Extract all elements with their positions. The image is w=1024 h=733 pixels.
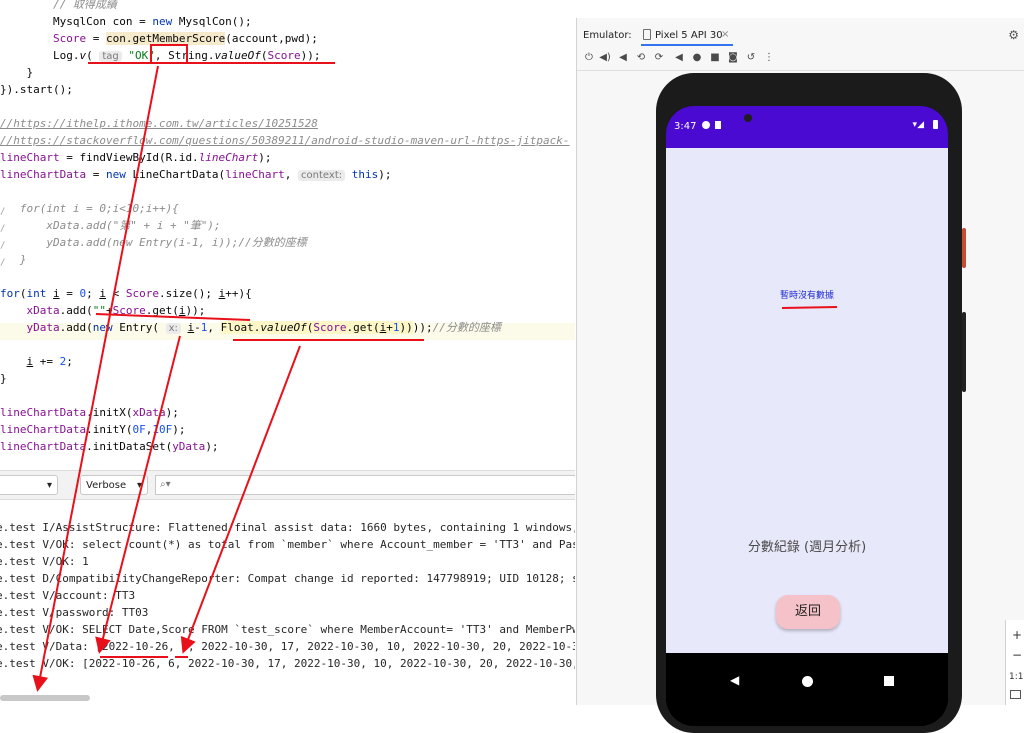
status-time: 3:47	[674, 121, 697, 132]
code-link-comment[interactable]: //https://stackoverflow.com/questions/50…	[0, 134, 570, 147]
screenshot-icon[interactable]: ◙	[727, 51, 739, 65]
logcat-toolbar: ▾ Verbose ▾ ⌕▾	[0, 470, 575, 500]
log-line: e.test V/account: TT3	[0, 589, 136, 602]
log-line: e.test V/password: TT03	[0, 606, 149, 619]
close-icon[interactable]: ×	[721, 29, 729, 40]
code-comment: yData.add(new Entry(i-1, i));//分數的座標	[0, 236, 307, 249]
code-editor[interactable]: / / / / // 取得成績 MysqlCon con = new Mysql…	[0, 0, 575, 470]
device-icon	[643, 29, 651, 40]
status-bar: 3:47 ▾◢	[666, 106, 948, 148]
code-line: lineChartData.initDataSet(yData);	[0, 440, 219, 453]
rotate-right-icon[interactable]: ⟳	[653, 51, 665, 65]
power-icon[interactable]: ⏻	[583, 51, 595, 65]
code-line: yData.add(new Entry( x: i-1, Float.value…	[26, 321, 501, 334]
tab-pixel-5[interactable]: Pixel 5 API 30 ×	[641, 24, 733, 46]
log-line: e.test V/OK: [2022-10-26, 6, 2022-10-30,…	[0, 657, 575, 670]
notification-icon	[702, 121, 710, 129]
back-button[interactable]: 返回	[776, 595, 840, 629]
camera-icon	[744, 114, 752, 122]
nav-home-icon[interactable]	[802, 676, 813, 687]
snapshot-icon[interactable]: ↺	[745, 51, 757, 65]
code-comment: // 取得成績	[0, 0, 117, 11]
horizontal-scrollbar[interactable]	[0, 695, 90, 701]
code-line: lineChartData = new LineChartData(lineCh…	[0, 168, 392, 181]
code-line: //https://stackoverflow.com/questions/50…	[0, 132, 570, 149]
log-line: e.test V/OK: SELECT Date,Score FROM `tes…	[0, 623, 575, 636]
rotate-left-icon[interactable]: ⟲	[635, 51, 647, 65]
battery-icon	[933, 120, 938, 129]
fit-screen-icon[interactable]	[1010, 690, 1021, 699]
process-select[interactable]: ▾	[0, 475, 58, 495]
log-level-select[interactable]: Verbose ▾	[80, 475, 148, 495]
volume-up-icon[interactable]: ◀)	[599, 51, 611, 65]
chevron-down-icon: ▾	[136, 480, 142, 491]
code-line: i += 2;	[26, 355, 73, 368]
more-icon[interactable]: ⋮	[763, 51, 775, 65]
gear-icon[interactable]: ⚙	[1008, 28, 1019, 42]
emulator-tab-bar: Emulator: Pixel 5 API 30 × ⚙	[577, 24, 1024, 46]
code-line: lineChart = findViewById(R.id.lineChart)…	[0, 151, 272, 164]
code-link-comment[interactable]: //https://ithelp.ithome.com.tw/articles/…	[0, 117, 318, 130]
search-icon: ⌕▾	[160, 479, 171, 490]
code-comment: xData.add("第" + i + "筆");	[0, 219, 221, 232]
home-icon[interactable]: ●	[691, 51, 703, 65]
code-line: }	[0, 66, 34, 79]
code-line: lineChartData.initX(xData);	[0, 406, 179, 419]
code-line: // 取得成績	[0, 0, 117, 13]
logcat-output[interactable]: e.test I/AssistStructure: Flattened fina…	[0, 500, 575, 705]
no-data-text: 暫時沒有數據	[780, 291, 835, 301]
zoom-controls: + − 1:1	[1005, 620, 1024, 705]
nav-back-icon[interactable]: ◀	[730, 673, 739, 687]
emulator-toolbar: ⏻ ◀) ◀ ⟲ ⟳ ◀ ● ■ ◙ ↺ ⋮	[577, 48, 1024, 71]
zoom-out-icon[interactable]: −	[1012, 648, 1022, 662]
log-line: e.test I/AssistStructure: Flattened fina…	[0, 521, 575, 534]
phone-volume-button[interactable]	[962, 312, 966, 392]
phone-frame: 3:47 ▾◢ 暫時沒有數據 分數紀錄 (週月分析) 返回 ◀	[656, 73, 962, 733]
overview-icon[interactable]: ■	[709, 51, 721, 65]
app-screen: 暫時沒有數據 分數紀錄 (週月分析) 返回	[666, 148, 948, 653]
signal-icon: ▾◢	[912, 120, 924, 130]
code-line: }).start();	[0, 83, 73, 96]
nav-overview-icon[interactable]	[884, 676, 894, 686]
phone-display[interactable]: 3:47 ▾◢ 暫時沒有數據 分數紀錄 (週月分析) 返回 ◀	[666, 106, 948, 726]
code-line: xData.add("第" + i + "筆");	[0, 217, 221, 234]
log-line: e.test V/Data: [2022-10-26, 6, 2022-10-3…	[0, 640, 575, 653]
code-line: yData.add(new Entry(i-1, i));//分數的座標	[0, 234, 307, 251]
logcat-search-input[interactable]: ⌕▾	[155, 475, 575, 495]
code-line: for(int i = 0; i < Score.size(); i++){	[0, 287, 252, 300]
code-line: }	[0, 251, 27, 268]
navigation-bar: ◀	[666, 653, 948, 726]
zoom-in-icon[interactable]: +	[1012, 628, 1022, 642]
emulator-panel-label: Emulator:	[583, 30, 632, 41]
code-line: Score = con.getMemberScore(account,pwd);	[52, 32, 318, 45]
code-line: //https://ithelp.ithome.com.tw/articles/…	[0, 115, 318, 132]
back-button-label: 返回	[794, 604, 821, 619]
phone-power-button[interactable]	[962, 228, 966, 268]
code-line: Log.v( tag "OK", String.valueOf(Score));	[0, 49, 321, 62]
code-line: lineChartData.initY(0F,10F);	[0, 423, 186, 436]
log-line: e.test V/OK: 1	[0, 555, 89, 568]
chevron-down-icon: ▾	[46, 480, 52, 491]
code-line: MysqlCon con = new MysqlCon();	[0, 15, 252, 28]
chart-caption: 分數紀錄 (週月分析)	[747, 540, 867, 555]
code-comment: for(int i = 0;i<10;i++){	[0, 202, 179, 215]
log-level-value: Verbose	[86, 480, 127, 491]
volume-down-icon[interactable]: ◀	[617, 51, 629, 65]
code-comment: }	[0, 253, 27, 266]
log-line: e.test V/OK: select count(*) as total fr…	[0, 538, 575, 551]
code-line: xData.add(""+Score.get(i));	[26, 304, 206, 317]
zoom-actual-size[interactable]: 1:1	[1009, 672, 1023, 682]
code-line: for(int i = 0;i<10;i++){	[0, 200, 179, 217]
sd-card-icon	[715, 121, 721, 129]
tab-label: Pixel 5 API 30	[655, 30, 723, 41]
log-line: e.test D/CompatibilityChangeReporter: Co…	[0, 572, 575, 585]
code-line: }	[0, 372, 7, 385]
back-icon[interactable]: ◀	[673, 51, 685, 65]
